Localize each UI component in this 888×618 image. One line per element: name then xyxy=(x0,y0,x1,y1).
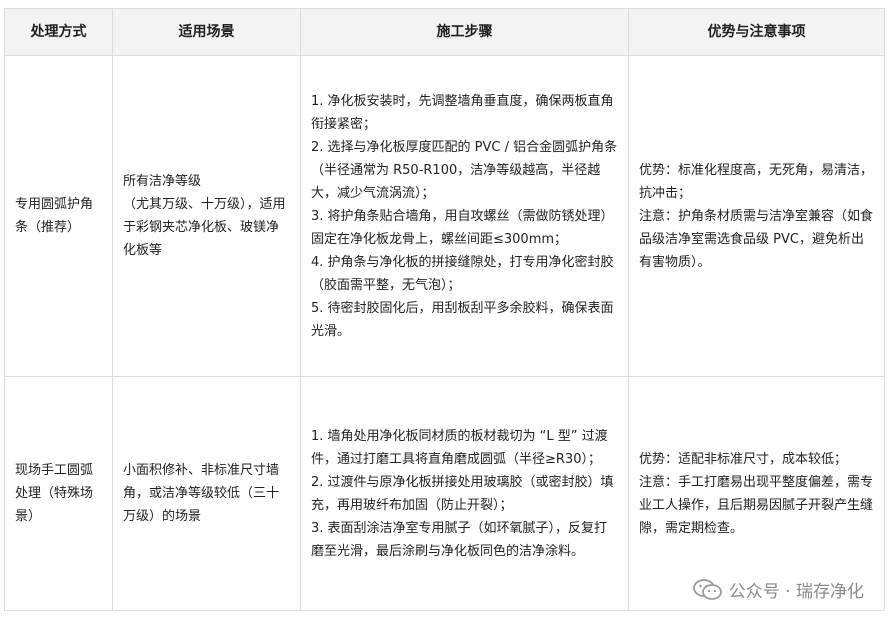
construction-table: 处理方式 适用场景 施工步骤 优势与注意事项 专用圆弧护角条（推荐） 所有洁净等… xyxy=(4,8,885,611)
step-item: 2. 选择与净化板厚度匹配的 PVC / 铝合金圆弧护角条（半径通常为 R50-… xyxy=(311,139,618,201)
method-cell: 现场手工圆弧处理（特殊场景） xyxy=(4,376,113,611)
step-item: 3. 表面刮涂洁净室专用腻子（如环氧腻子），反复打磨至光滑，最后涂刷与净化板同色… xyxy=(311,520,608,559)
scene-cell: 小面积修补、非标准尺寸墙角，或洁净等级较低（三十万级）的场景 xyxy=(112,376,301,611)
header-row: 处理方式 适用场景 施工步骤 优势与注意事项 xyxy=(4,8,885,56)
step-item: 1. 净化板安装时，先调整墙角垂直度，确保两板直角衔接紧密； xyxy=(311,93,614,132)
watermark-text: 公众号 · 瑞存净化 xyxy=(728,582,864,602)
scene-line: 所有洁净等级 xyxy=(123,174,202,189)
header-steps: 施工步骤 xyxy=(300,8,629,56)
scene-cell: 所有洁净等级 （尤其万级、十万级），适用于彩钢夹芯净化板、玻镁净化板等 xyxy=(112,55,301,377)
watermark: 公众号 · 瑞存净化 xyxy=(692,577,864,602)
header-scene: 适用场景 xyxy=(112,8,301,56)
advantages-cell: 优势：适配非标准尺寸，成本较低； 注意：手工打磨易出现平整度偏差，需专业工人操作… xyxy=(628,376,885,611)
advantage-line: 优势：标准化程度高，无死角，易清洁，抗冲击； xyxy=(639,162,874,201)
caution-line: 注意：手工打磨易出现平整度偏差，需专业工人操作，且后期易因腻子开裂产生缝隙，需定… xyxy=(639,474,874,536)
wechat-icon xyxy=(692,578,723,602)
step-item: 4. 护角条与净化板的拼接缝隙处，打专用净化密封胶（胶面需平整，无气泡）； xyxy=(311,254,614,293)
table-row: 现场手工圆弧处理（特殊场景） 小面积修补、非标准尺寸墙角，或洁净等级较低（三十万… xyxy=(4,376,885,611)
advantages-cell: 优势：标准化程度高，无死角，易清洁，抗冲击； 注意：护角条材质需与洁净室兼容（如… xyxy=(628,55,885,377)
header-advantages: 优势与注意事项 xyxy=(628,8,885,56)
method-cell: 专用圆弧护角条（推荐） xyxy=(4,55,113,377)
caution-line: 注意：护角条材质需与洁净室兼容（如食品级洁净室需选食品级 PVC，避免析出有害物… xyxy=(639,208,874,270)
step-item: 3. 将护角条贴合墙角，用自攻螺丝（需做防锈处理）固定在净化板龙骨上，螺丝间距≤… xyxy=(311,208,614,247)
step-item: 5. 待密封胶固化后，用刮板刮平多余胶料，确保表面光滑。 xyxy=(311,300,614,339)
step-item: 2. 过渡件与原净化板拼接处用玻璃胶（或密封胶）填充，再用玻纤布加固（防止开裂）… xyxy=(311,474,614,513)
steps-cell: 1. 墙角处用净化板同材质的板材裁切为 “L 型” 过渡件，通过打磨工具将直角磨… xyxy=(300,376,629,611)
scene-line: （尤其万级、十万级），适用于彩钢夹芯净化板、玻镁净化板等 xyxy=(123,197,286,258)
scene-line: 小面积修补、非标准尺寸墙角，或洁净等级较低（三十万级）的场景 xyxy=(123,463,280,524)
steps-cell: 1. 净化板安装时，先调整墙角垂直度，确保两板直角衔接紧密； 2. 选择与净化板… xyxy=(300,55,629,377)
step-item: 1. 墙角处用净化板同材质的板材裁切为 “L 型” 过渡件，通过打磨工具将直角磨… xyxy=(311,428,608,467)
advantage-line: 优势：适配非标准尺寸，成本较低； xyxy=(639,451,848,467)
header-method: 处理方式 xyxy=(4,8,113,56)
table-row: 专用圆弧护角条（推荐） 所有洁净等级 （尤其万级、十万级），适用于彩钢夹芯净化板… xyxy=(4,55,885,377)
